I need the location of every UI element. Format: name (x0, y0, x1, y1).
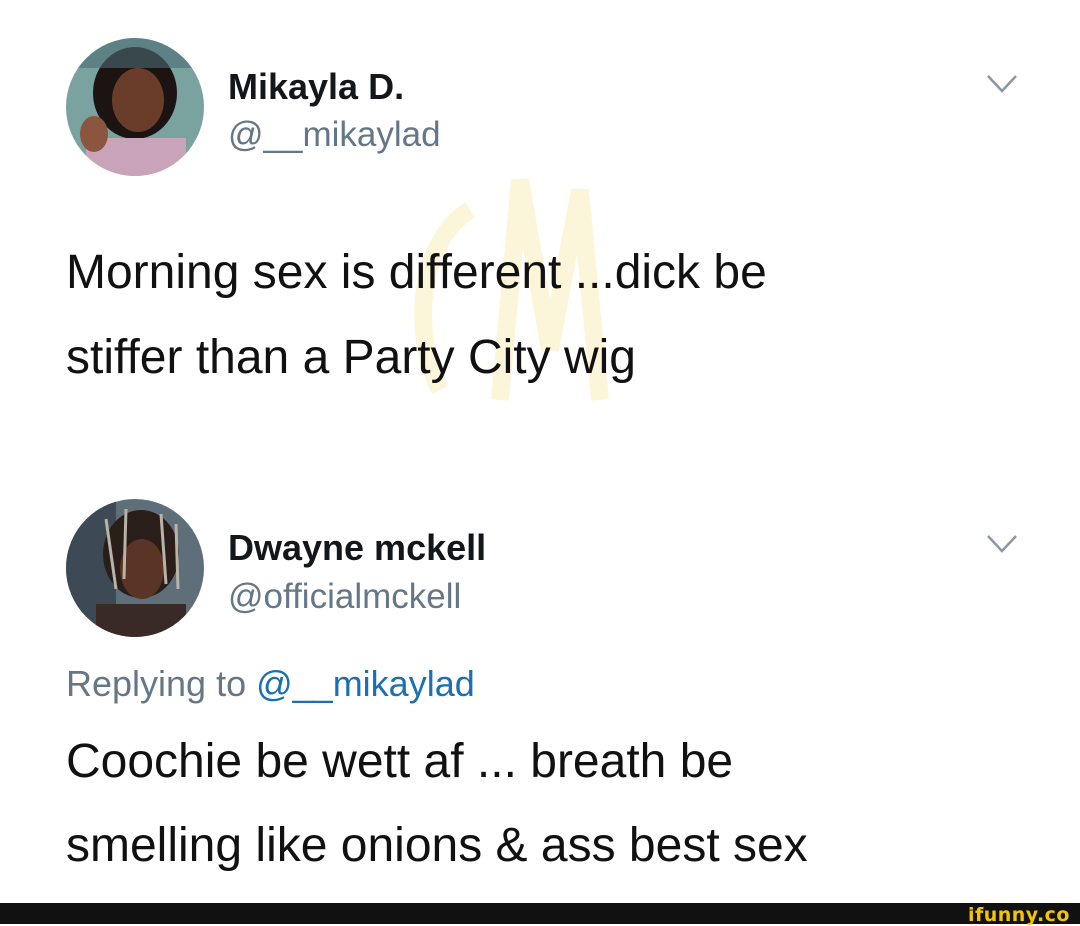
avatar[interactable] (66, 38, 204, 176)
avatar[interactable] (66, 499, 204, 637)
user-handle[interactable]: @__mikaylad (228, 115, 441, 155)
footer-bar: ifunny.co (0, 903, 1080, 926)
brand-watermark: ifunny.co (967, 904, 1070, 926)
chevron-down-icon[interactable] (986, 74, 1018, 94)
display-name[interactable]: Mikayla D. (228, 66, 404, 108)
chevron-down-icon[interactable] (986, 534, 1018, 554)
tweet-text-line: smelling like onions & ass best sex (66, 819, 808, 872)
replying-to: Replying to @__mikaylad (66, 663, 475, 705)
tweet-text-line: stiffer than a Party City wig (66, 331, 636, 384)
tweet-text-line: Coochie be wett af ... breath be (66, 735, 734, 788)
reply-mention-link[interactable]: @__mikaylad (256, 663, 475, 704)
user-handle[interactable]: @officialmckell (228, 577, 461, 617)
display-name[interactable]: Dwayne mckell (228, 527, 486, 569)
replying-to-label: Replying to (66, 663, 257, 704)
tweet-text-line: Morning sex is different ...dick be (66, 246, 767, 299)
